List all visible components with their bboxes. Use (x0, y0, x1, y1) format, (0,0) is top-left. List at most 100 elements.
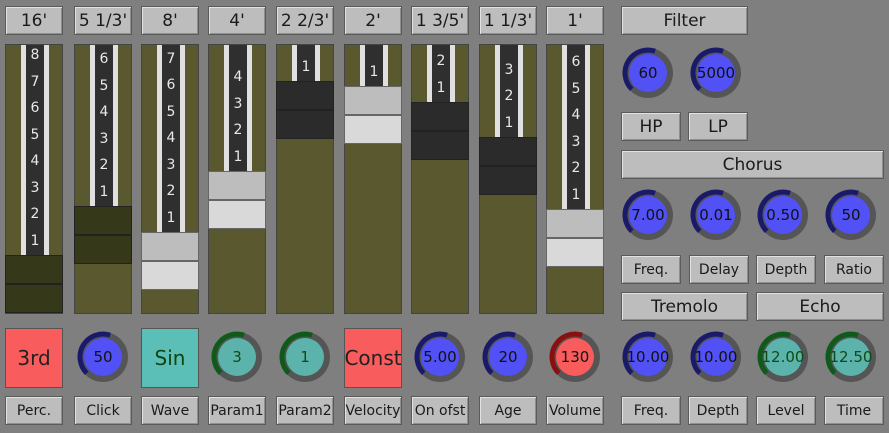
bottom-knob-1[interactable]: 50 (77, 331, 129, 383)
bottom-knob-6[interactable]: 5.00 (414, 331, 466, 383)
drawbar-rail: 6 5 4 3 2 1 (90, 45, 118, 206)
filter-hp-knob-value: 60 (638, 64, 658, 82)
drawbar-tick: 8 (30, 47, 40, 63)
drawbar-tick: 1 (571, 186, 581, 203)
drawbar-slider-4[interactable]: 1 (276, 44, 334, 314)
tremolo-freq-knob[interactable]: 10.00 (622, 331, 674, 383)
drawbar-handle-6[interactable] (411, 102, 469, 160)
drawbar-handle-top (546, 209, 604, 238)
tremolo-freq-knob-value: 10.00 (626, 348, 670, 366)
drawbar-handle-top (276, 81, 334, 110)
bottom-knob-1-value: 50 (93, 348, 113, 366)
drawbar-tick: 1 (99, 183, 109, 200)
drawbar-tick: 2 (436, 53, 446, 69)
drawbar-rail: 3 2 1 (495, 45, 523, 137)
drawbar-tick: 2 (30, 206, 40, 222)
hp-button[interactable]: HP (621, 112, 681, 141)
bottom-knob-3[interactable]: 3 (211, 331, 263, 383)
drawbar-handle-3[interactable] (208, 171, 266, 229)
drawbar-slider-7[interactable]: 3 2 1 (479, 44, 537, 314)
bottom-label-0: Perc. (5, 396, 63, 425)
chorus-knob-2[interactable]: 0.50 (757, 189, 809, 241)
drawbar-tick: 1 (504, 114, 514, 131)
drawbar-handle-top (479, 137, 537, 166)
drawbar-tick: 2 (504, 88, 514, 104)
drawbar-tick: 6 (99, 51, 109, 67)
drawbar-tick: 4 (571, 107, 581, 123)
drawbar-tick: 3 (99, 130, 109, 147)
drawbar-handle-7[interactable] (479, 137, 537, 195)
drawbar-slider-6[interactable]: 21 (411, 44, 469, 314)
drawbar-tick: 7 (166, 50, 176, 67)
drawbar-tick: 2 (99, 157, 109, 173)
chorus-knob-0[interactable]: 7.00 (622, 189, 674, 241)
chorus-knob-3[interactable]: 50 (825, 189, 877, 241)
echo-time-knob-value: 12.50 (829, 348, 873, 366)
filter-lp-knob[interactable]: 5000 (690, 47, 742, 99)
echo-level-knob[interactable]: 12.00 (757, 331, 809, 383)
bottom-knob-4[interactable]: 1 (279, 331, 331, 383)
drawbar-tick: 3 (30, 179, 40, 196)
drawbar-tick: 1 (436, 79, 446, 96)
echo-level-label: Level (756, 396, 816, 425)
drawbar-handle-top (344, 86, 402, 115)
bottom-label-4: Param2 (276, 396, 334, 425)
drawbar-label-6: 1 3/5' (411, 6, 469, 35)
drawbar-tick: 6 (30, 100, 40, 116)
drawbar-handle-top (208, 171, 266, 200)
bottom-knob-4-value: 1 (300, 348, 310, 366)
bottom-button-5[interactable]: Const (344, 328, 402, 388)
echo-level-knob-value: 12.00 (761, 348, 805, 366)
drawbar-tick: 6 (571, 54, 581, 70)
tremolo-depth-knob[interactable]: 10.00 (690, 331, 742, 383)
drawbar-tick: 7 (30, 73, 40, 90)
bottom-button-2[interactable]: Sin (141, 328, 199, 388)
drawbar-handle-top (411, 102, 469, 131)
drawbar-handle-2[interactable] (141, 232, 199, 290)
drawbar-label-8: 1' (546, 6, 604, 35)
chorus-knob-1-value: 0.01 (699, 206, 733, 224)
bottom-knob-8[interactable]: 130 (549, 331, 601, 383)
drawbar-slider-8[interactable]: 6 5 4 3 2 1 (546, 44, 604, 314)
drawbar-slider-3[interactable]: 4 3 2 1 (208, 44, 266, 314)
drawbar-label-2: 8' (141, 6, 199, 35)
echo-time-knob[interactable]: 12.50 (825, 331, 877, 383)
bottom-label-2: Wave (141, 396, 199, 425)
bottom-label-1: Click (74, 396, 132, 425)
drawbar-tick: 6 (166, 77, 176, 93)
tremolo-freq-label: Freq. (621, 396, 681, 425)
chorus-label-2: Depth (756, 255, 816, 284)
drawbar-handle-1[interactable] (74, 206, 132, 264)
drawbar-rail-inner (95, 45, 113, 206)
bottom-knob-8-value: 130 (560, 348, 590, 366)
drawbar-handle-8[interactable] (546, 209, 604, 267)
drawbar-handle-5[interactable] (344, 86, 402, 144)
drawbar-tick: 3 (233, 95, 243, 112)
drawbar-tick: 1 (166, 209, 176, 226)
drawbar-handle-bottom (74, 235, 132, 264)
chorus-knob-3-value: 50 (841, 206, 861, 224)
drawbar-slider-0[interactable]: 8 7 6 5 4 3 2 1 (5, 44, 63, 314)
drawbar-handle-0[interactable] (5, 255, 63, 313)
drawbar-handle-4[interactable] (276, 81, 334, 139)
bottom-button-0[interactable]: 3rd (5, 328, 63, 388)
bottom-knob-7[interactable]: 20 (482, 331, 534, 383)
drawbar-tick: 4 (166, 130, 176, 146)
drawbar-rail: 7 6 5 4 3 2 1 (157, 45, 185, 232)
drawbar-slider-2[interactable]: 7 6 5 4 3 2 1 (141, 44, 199, 314)
drawbar-label-1: 5 1/3' (74, 6, 132, 35)
chorus-label-1: Delay (689, 255, 749, 284)
chorus-knob-1[interactable]: 0.01 (690, 189, 742, 241)
filter-hp-knob[interactable]: 60 (622, 47, 674, 99)
drawbar-slider-1[interactable]: 6 5 4 3 2 1 (74, 44, 132, 314)
drawbar-handle-bottom (479, 166, 537, 195)
drawbar-label-4: 2 2/3' (276, 6, 334, 35)
lp-button[interactable]: LP (688, 112, 748, 141)
bottom-label-5: Velocity (344, 396, 402, 425)
tremolo-depth-knob-value: 10.00 (694, 348, 738, 366)
drawbar-tick: 3 (571, 133, 581, 150)
drawbar-label-7: 1 1/3' (479, 6, 537, 35)
chorus-label-0: Freq. (621, 255, 681, 284)
drawbar-handle-top (74, 206, 132, 235)
drawbar-slider-5[interactable]: 1 (344, 44, 402, 314)
